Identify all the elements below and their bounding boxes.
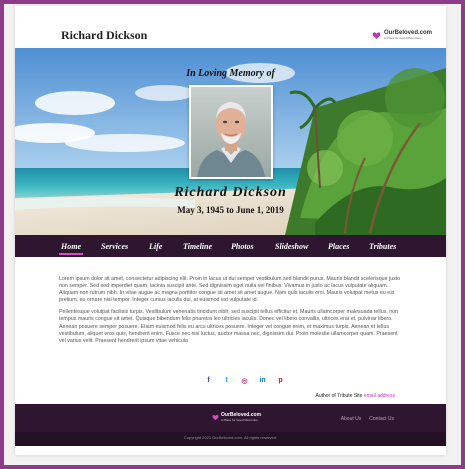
nav-item-life[interactable]: Life — [149, 242, 162, 251]
life-dates: May 3, 1945 to June 1, 2019 — [177, 205, 284, 215]
instagram-icon[interactable]: ◎ — [239, 375, 250, 386]
pinterest-icon[interactable]: p — [275, 375, 286, 386]
memorial-page: Richard Dickson OurBeloved.com A Place f… — [15, 6, 446, 455]
linkedin-icon[interactable]: in — [257, 375, 268, 386]
memory-title: In Loving Memory of — [186, 68, 275, 79]
nav-item-home[interactable]: Home — [59, 242, 83, 255]
footer-brand-tagline: A Place for Good Memories — [221, 418, 258, 422]
facebook-icon[interactable]: f — [203, 375, 214, 386]
nav-item-timeline[interactable]: Timeline — [183, 242, 212, 251]
footer-brand-logo[interactable]: OurBeloved.com A Place for Good Memories — [212, 413, 261, 422]
brand-tagline: A Place for Good Memories — [383, 36, 421, 40]
nav-item-places[interactable]: Places — [328, 242, 349, 251]
footer-link-about-us[interactable]: About Us — [341, 416, 362, 422]
author-label: Author of Tribute Site — [315, 393, 363, 399]
nav-item-slideshow[interactable]: Slideshow — [275, 242, 308, 251]
heart-icon — [212, 415, 219, 421]
author-email-link[interactable]: email address — [364, 393, 395, 399]
nav-item-services[interactable]: Services — [101, 242, 128, 251]
author-credit: Author of Tribute Site email address — [315, 393, 395, 399]
biography-paragraph: Lorem ipsum dolor sit amet, consectetur … — [59, 276, 401, 304]
biography-paragraph: Pellentesque volutpat facilisis turpis. … — [59, 309, 399, 344]
brand-logo[interactable]: OurBeloved.com A Place for Good Memories — [372, 30, 432, 40]
nav-item-photos[interactable]: Photos — [231, 242, 254, 251]
person-name: Richard Dickson — [174, 185, 287, 200]
footer-links: About Us Contact Us — [341, 416, 394, 422]
portrait-image — [191, 87, 271, 177]
twitter-icon[interactable]: t — [221, 375, 232, 386]
portrait-photo[interactable] — [189, 85, 273, 179]
site-name[interactable]: Richard Dickson — [61, 28, 147, 43]
site-header: Richard Dickson OurBeloved.com A Place f… — [15, 6, 446, 48]
social-share-bar: f t ◎ in p — [203, 375, 286, 386]
heart-icon — [372, 31, 381, 39]
footer-link-contact-us[interactable]: Contact Us — [369, 416, 394, 422]
hero-banner: In Loving Memory of Richard Dickson May … — [15, 48, 446, 235]
copyright-text: Copyright 2021 OurBeloved.com. All right… — [183, 435, 278, 440]
nav-item-tributes[interactable]: Tributes — [369, 242, 396, 251]
biography-content: Lorem ipsum dolor sit amet, consectetur … — [59, 276, 404, 350]
main-nav: Home Services Life Timeline Photos Slide… — [15, 235, 446, 257]
